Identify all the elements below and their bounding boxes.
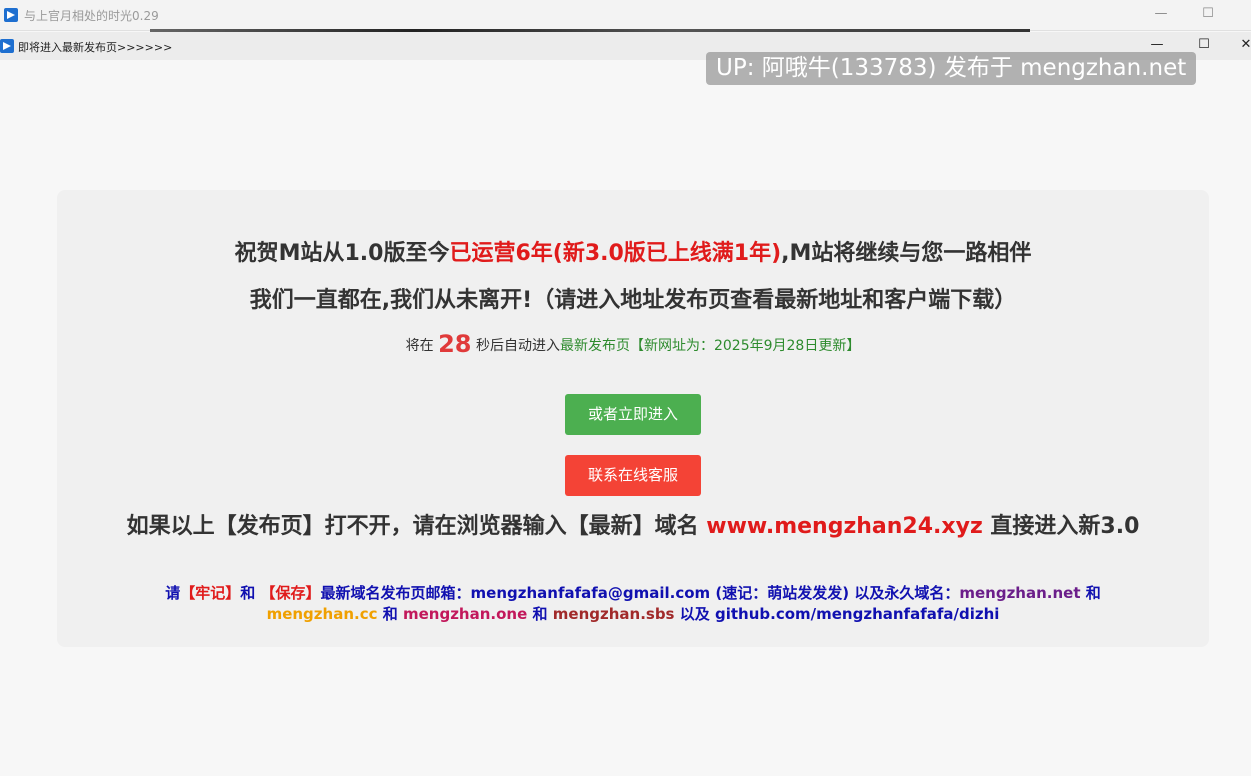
info-save: 【保存】 xyxy=(260,584,321,602)
fallback-domain-notice: 如果以上【发布页】打不开，请在浏览器输入【最新】域名 www.mengzhan2… xyxy=(117,513,1149,541)
info-and-2: 和 xyxy=(1085,584,1101,602)
domain-sbs: mengzhan.sbs xyxy=(552,605,675,623)
headline-highlight: 已运营6年(新3.0版已上线满1年) xyxy=(449,241,782,266)
info-and-1: 和 xyxy=(240,584,256,602)
domain-suffix: 直接进入新3.0 xyxy=(990,514,1140,539)
outer-window-title: 与上官月相处的时光0.29 xyxy=(24,9,159,23)
headline-notice: 我们一直都在,我们从未离开!（请进入地址发布页查看最新地址和客户端下载） xyxy=(249,288,1017,313)
outer-minimize-button[interactable]: — xyxy=(1151,4,1171,24)
info-remember: 【牢记】 xyxy=(180,584,241,602)
domain-cc: mengzhan.cc xyxy=(266,605,378,623)
announcement-card: 祝贺M站从1.0版至今已运营6年(新3.0版已上线满1年),M站将继续与您一路相… xyxy=(57,190,1209,647)
countdown-line: 将在 28 秒后自动进入最新发布页【新网址为：2025年9月28日更新】 xyxy=(57,330,1209,358)
app-icon xyxy=(4,8,18,22)
countdown-prefix: 将在 xyxy=(405,338,434,354)
inner-close-button[interactable]: ✕ xyxy=(1236,35,1251,55)
release-page-link[interactable]: 最新发布页【新网址为：2025年9月28日更新】 xyxy=(560,338,860,354)
info-and-3: 和 xyxy=(382,605,398,623)
contact-service-button[interactable]: 联系在线客服 xyxy=(565,455,701,496)
info-email: 最新域名发布页邮箱：mengzhanfafafa@gmail.com (速记：萌… xyxy=(320,584,960,602)
headline-prefix: 祝贺M站从1.0版至今 xyxy=(234,241,450,266)
countdown-number: 28 xyxy=(438,330,472,358)
inner-maximize-button[interactable]: ☐ xyxy=(1194,35,1214,55)
info-also: 以及 xyxy=(679,605,710,623)
github-address: github.com/mengzhanfafafa/dizhi xyxy=(714,605,1000,623)
info-please: 请 xyxy=(165,584,181,602)
inner-app-icon xyxy=(0,39,14,53)
domain-prefix: 如果以上【发布页】打不开，请在浏览器输入【最新】域名 xyxy=(126,514,699,539)
domain-net: mengzhan.net xyxy=(959,584,1081,602)
uploader-watermark: UP: 阿哦牛(133783) 发布于 mengzhan.net xyxy=(706,52,1197,85)
outer-maximize-button[interactable]: ☐ xyxy=(1198,4,1218,24)
domain-one: mengzhan.one xyxy=(402,605,528,623)
countdown-mid: 秒后自动进入 xyxy=(475,338,560,354)
outer-title-bar: 与上官月相处的时光0.29 — ☐ xyxy=(0,0,1251,31)
permanent-domains-info: 请【牢记】和 【保存】最新域名发布页邮箱：mengzhanfafafa@gmai… xyxy=(157,583,1109,625)
headline-celebration: 祝贺M站从1.0版至今已运营6年(新3.0版已上线满1年),M站将继续与您一路相… xyxy=(57,235,1209,267)
inner-window-title: 即将进入最新发布页>>>>>> xyxy=(18,41,173,54)
latest-domain: www.mengzhan24.xyz xyxy=(706,514,983,539)
enter-now-button[interactable]: 或者立即进入 xyxy=(565,394,701,435)
headline-suffix: ,M站将继续与您一路相伴 xyxy=(781,241,1032,266)
info-and-4: 和 xyxy=(532,605,548,623)
